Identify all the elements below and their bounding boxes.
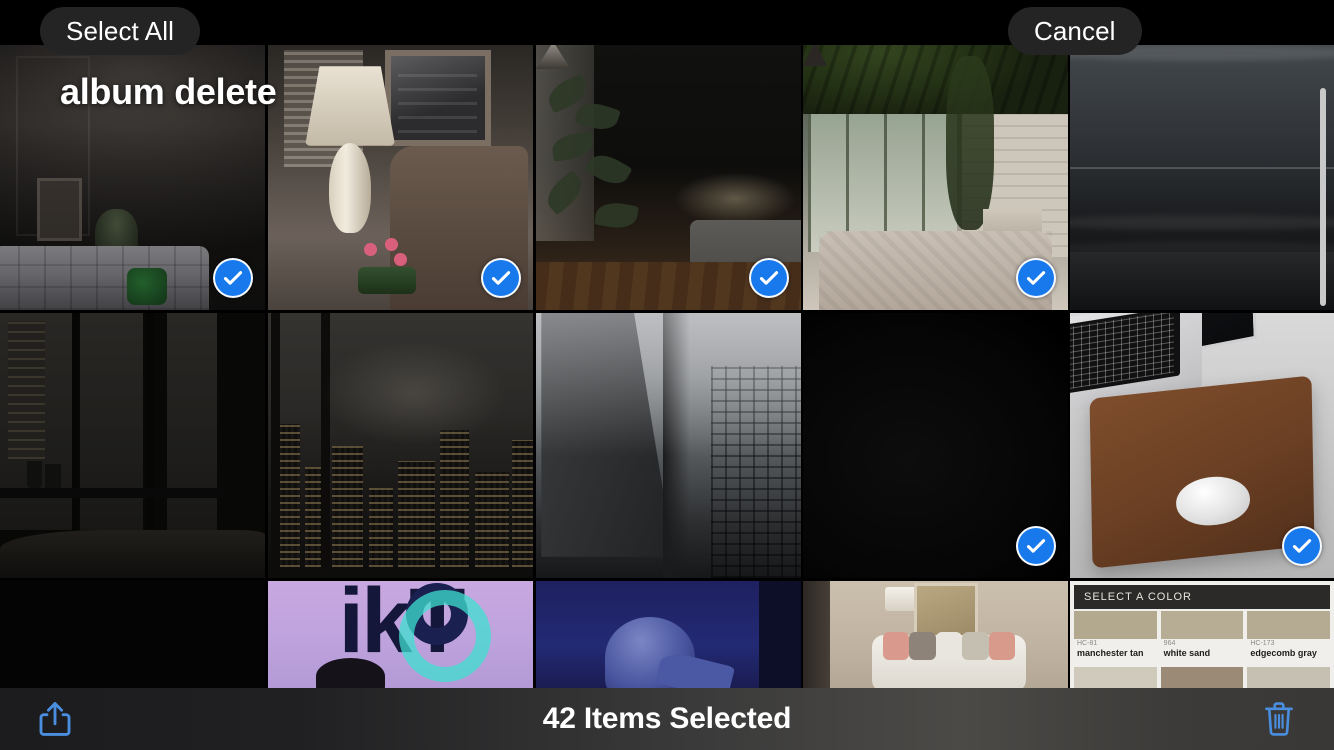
- checkmark-icon: [223, 271, 243, 285]
- vertical-scrollbar[interactable]: [1320, 88, 1326, 306]
- photo-thumbnail: ikT: [268, 581, 533, 688]
- trash-icon: [1265, 702, 1293, 736]
- photo-thumbnail: [536, 313, 801, 578]
- paint-swatch: HC-81 manchester tan: [1074, 611, 1157, 663]
- selection-count-label: 42 Items Selected: [542, 702, 792, 735]
- paint-swatch-code: HC-81: [1077, 640, 1098, 647]
- paint-swatch-name: white sand: [1163, 648, 1211, 658]
- paint-swatch: [1074, 667, 1157, 688]
- photo-cell-navy-figure[interactable]: [536, 581, 801, 688]
- checkmark-icon: [1026, 271, 1046, 285]
- paint-swatch-name: edgecomb gray: [1250, 648, 1317, 658]
- checkmark-icon: [491, 271, 511, 285]
- paint-swatch-row: HC-81 manchester tan 964 white sand HC-1…: [1074, 611, 1331, 663]
- select-all-button[interactable]: Select All: [40, 7, 200, 55]
- photo-cell-foggy-tower[interactable]: [536, 313, 801, 578]
- paint-swatch-row-secondary: [1074, 667, 1331, 688]
- photo-cell-beige-living-room[interactable]: [803, 581, 1068, 688]
- photo-grid[interactable]: ikT SELECT A COLOR HC-81 manchester tan …: [0, 45, 1334, 688]
- selection-check-badge[interactable]: [213, 258, 253, 298]
- paint-swatch: HC-173 edgecomb gray: [1247, 611, 1331, 663]
- paint-swatch-code: HC-173: [1250, 640, 1275, 647]
- photo-cell-black-frame[interactable]: [803, 313, 1068, 578]
- selection-check-badge[interactable]: [1016, 258, 1056, 298]
- paint-swatch-code: 964: [1163, 640, 1176, 647]
- photo-thumbnail: SELECT A COLOR HC-81 manchester tan 964 …: [1070, 581, 1334, 688]
- checkmark-icon: [1292, 539, 1312, 553]
- photo-cell-tiktok-logo[interactable]: ikT: [268, 581, 533, 688]
- checkmark-icon: [1026, 539, 1046, 553]
- photo-thumbnail: [0, 581, 265, 688]
- selection-check-badge[interactable]: [1282, 526, 1322, 566]
- checkmark-icon: [759, 271, 779, 285]
- select-all-label: Select All: [66, 15, 174, 46]
- photo-thumbnail: [0, 313, 265, 578]
- paint-swatch-name: manchester tan: [1077, 648, 1144, 658]
- photo-thumbnail: [536, 581, 801, 688]
- cancel-label: Cancel: [1034, 15, 1116, 46]
- photo-cell-lamp-chair[interactable]: [268, 45, 533, 310]
- photo-cell-night-window-interior[interactable]: [0, 313, 265, 578]
- paint-chart-header: SELECT A COLOR: [1074, 585, 1330, 609]
- photo-thumbnail: [803, 581, 1068, 688]
- photo-cell-mousepad-desk[interactable]: [1070, 313, 1334, 578]
- photo-thumbnail: [268, 313, 533, 578]
- album-title: album delete: [60, 71, 277, 112]
- selection-check-badge[interactable]: [749, 258, 789, 298]
- photo-cell-city-skyline-night[interactable]: [268, 313, 533, 578]
- selection-check-badge[interactable]: [481, 258, 521, 298]
- cancel-button[interactable]: Cancel: [1008, 7, 1142, 55]
- photo-cell-black-thumb[interactable]: [0, 581, 265, 688]
- delete-button[interactable]: [1224, 700, 1334, 738]
- share-icon: [39, 702, 71, 736]
- bottom-toolbar: 42 Items Selected: [0, 688, 1334, 750]
- photo-picker-screen: ikT SELECT A COLOR HC-81 manchester tan …: [0, 0, 1334, 750]
- photo-cell-bedroom-plants[interactable]: [536, 45, 801, 310]
- photo-cell-dark-seascape[interactable]: [1070, 45, 1334, 310]
- photo-cell-paint-color-chart[interactable]: SELECT A COLOR HC-81 manchester tan 964 …: [1070, 581, 1334, 688]
- share-button[interactable]: [0, 700, 110, 738]
- selection-check-badge[interactable]: [1016, 526, 1056, 566]
- photo-thumbnail: [1070, 45, 1334, 310]
- paint-swatch: [1160, 667, 1244, 688]
- paint-swatch: 964 white sand: [1160, 611, 1244, 663]
- paint-swatch: [1247, 667, 1331, 688]
- paint-chart-header-label: SELECT A COLOR: [1084, 591, 1192, 603]
- photo-cell-conservatory-bed[interactable]: [803, 45, 1068, 310]
